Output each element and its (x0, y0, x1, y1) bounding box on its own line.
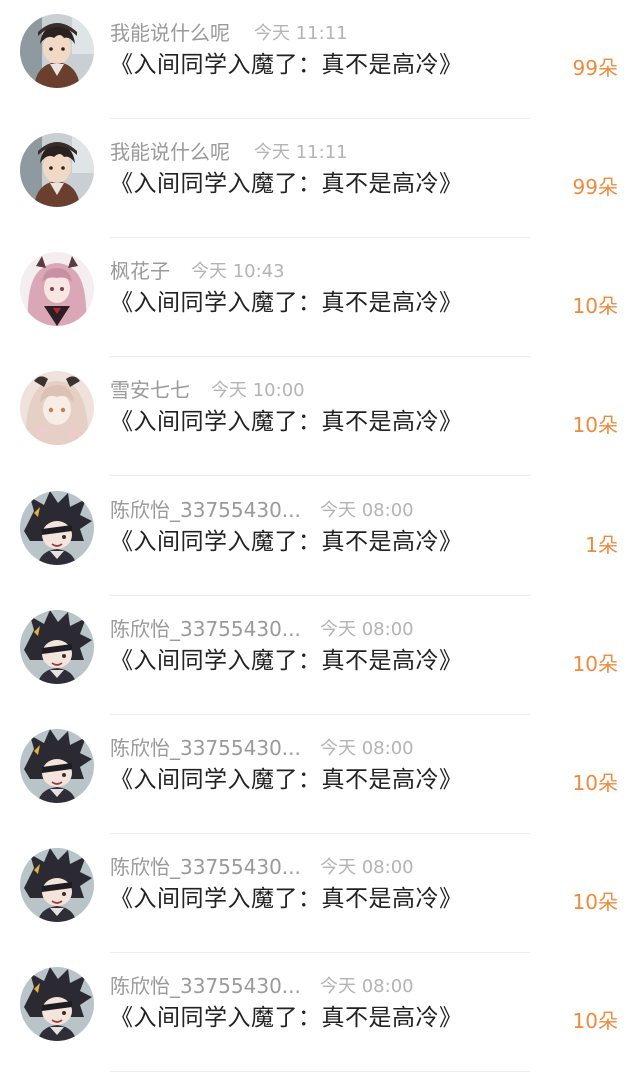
dark-hair-boy-avatar (20, 133, 94, 207)
spiky-hair-eyepatch-avatar (20, 729, 94, 803)
book-title: 《入间同学入魔了：真不是高冷》 (110, 1005, 463, 1031)
list-item[interactable]: 我能说什么呢 今天 11:11 《入间同学入魔了：真不是高冷》 99朵 (0, 119, 640, 238)
timestamp: 今天 11:11 (254, 142, 348, 163)
timestamp: 今天 08:00 (320, 976, 414, 997)
book-title: 《入间同学入魔了：真不是高冷》 (110, 767, 463, 793)
user-name[interactable]: 陈欣怡_33755430... (110, 974, 301, 998)
timestamp: 今天 10:43 (191, 261, 285, 282)
gift-record-list: 我能说什么呢 今天 11:11 《入间同学入魔了：真不是高冷》 99朵 我能说什… (0, 0, 640, 1081)
dark-hair-boy-avatar (20, 14, 94, 88)
book-title: 《入间同学入魔了：真不是高冷》 (110, 886, 463, 912)
list-item[interactable]: 陈欣怡_33755430... 今天 08:00 《入间同学入魔了：真不是高冷》… (0, 834, 640, 953)
avatar[interactable] (20, 729, 94, 803)
pale-girl-avatar (20, 371, 94, 445)
book-title: 《入间同学入魔了：真不是高冷》 (110, 52, 463, 78)
avatar[interactable] (20, 848, 94, 922)
spiky-hair-eyepatch-avatar (20, 967, 94, 1041)
avatar[interactable] (20, 491, 94, 565)
timestamp: 今天 08:00 (320, 619, 414, 640)
user-name[interactable]: 陈欣怡_33755430... (110, 855, 301, 879)
divider (110, 475, 530, 476)
avatar[interactable] (20, 14, 94, 88)
gift-count: 10朵 (572, 652, 618, 676)
avatar[interactable] (20, 252, 94, 326)
book-title: 《入间同学入魔了：真不是高冷》 (110, 648, 463, 674)
gift-count: 10朵 (572, 771, 618, 795)
list-item[interactable]: 我能说什么呢 今天 11:11 《入间同学入魔了：真不是高冷》 99朵 (0, 0, 640, 119)
gift-count: 99朵 (572, 56, 618, 80)
avatar[interactable] (20, 371, 94, 445)
gift-count: 10朵 (572, 294, 618, 318)
list-item[interactable]: 陈欣怡_33755430... 今天 08:00 《入间同学入魔了：真不是高冷》… (0, 953, 640, 1072)
list-item[interactable]: 雪安七七 今天 10:00 《入间同学入魔了：真不是高冷》 10朵 (0, 357, 640, 476)
user-name[interactable]: 陈欣怡_33755430... (110, 498, 301, 522)
timestamp: 今天 11:11 (254, 23, 348, 44)
user-name[interactable]: 雪安七七 (110, 378, 190, 402)
timestamp: 今天 08:00 (320, 738, 414, 759)
book-title: 《入间同学入魔了：真不是高冷》 (110, 409, 463, 435)
book-title: 《入间同学入魔了：真不是高冷》 (110, 171, 463, 197)
user-name[interactable]: 我能说什么呢 (110, 21, 230, 45)
timestamp: 今天 08:00 (320, 857, 414, 878)
gift-count: 10朵 (572, 1009, 618, 1033)
gift-count: 10朵 (572, 890, 618, 914)
list-item[interactable]: 陈欣怡_33755430... 今天 08:00 《入间同学入魔了：真不是高冷》… (0, 715, 640, 834)
pink-hair-girl-avatar (20, 252, 94, 326)
gift-count: 10朵 (572, 413, 618, 437)
user-name[interactable]: 陈欣怡_33755430... (110, 736, 301, 760)
timestamp: 今天 08:00 (320, 500, 414, 521)
gift-count: 1朵 (585, 533, 618, 557)
list-item[interactable]: 枫花子 今天 10:43 《入间同学入魔了：真不是高冷》 10朵 (0, 238, 640, 357)
list-item[interactable]: 陈欣怡_33755430... 今天 08:00 《入间同学入魔了：真不是高冷》… (0, 477, 640, 596)
avatar[interactable] (20, 133, 94, 207)
gift-count: 99朵 (572, 175, 618, 199)
divider (110, 1071, 530, 1072)
spiky-hair-eyepatch-avatar (20, 610, 94, 684)
list-item[interactable]: 陈欣怡_33755430... 今天 08:00 《入间同学入魔了：真不是高冷》… (0, 596, 640, 715)
user-name[interactable]: 我能说什么呢 (110, 140, 230, 164)
spiky-hair-eyepatch-avatar (20, 491, 94, 565)
book-title: 《入间同学入魔了：真不是高冷》 (110, 290, 463, 316)
spiky-hair-eyepatch-avatar (20, 848, 94, 922)
book-title: 《入间同学入魔了：真不是高冷》 (110, 529, 463, 555)
user-name[interactable]: 陈欣怡_33755430... (110, 617, 301, 641)
user-name[interactable]: 枫花子 (110, 259, 170, 283)
timestamp: 今天 10:00 (211, 380, 305, 401)
avatar[interactable] (20, 967, 94, 1041)
avatar[interactable] (20, 610, 94, 684)
